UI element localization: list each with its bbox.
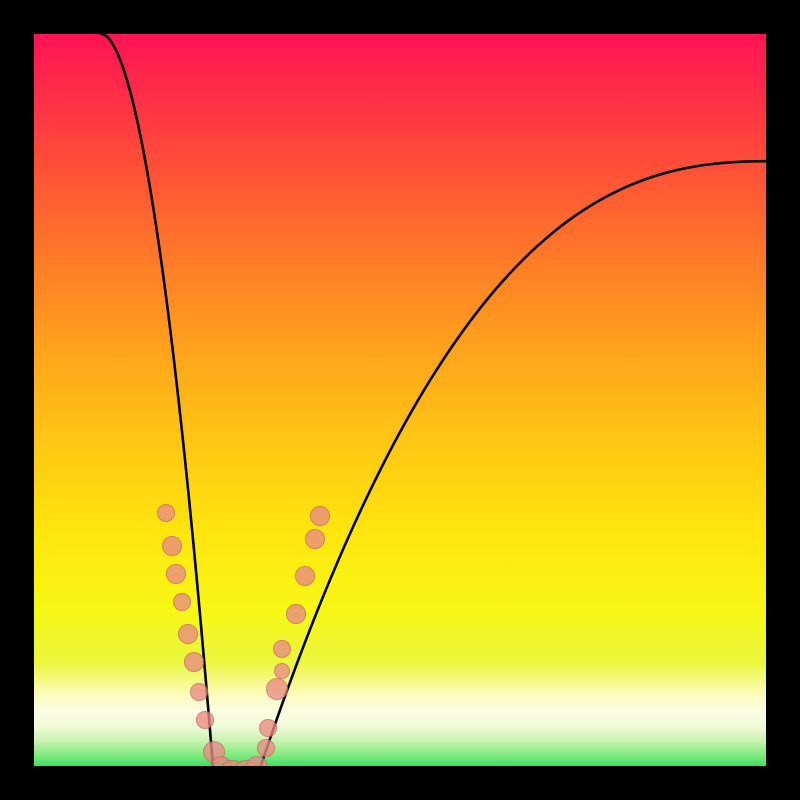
frame-bottom bbox=[0, 766, 800, 800]
data-marker[interactable] bbox=[259, 719, 277, 737]
bottleneck-curves bbox=[34, 34, 782, 782]
chart-container: TheBottleneck.com bbox=[0, 0, 800, 800]
data-marker[interactable] bbox=[196, 711, 214, 729]
data-marker[interactable] bbox=[266, 678, 288, 700]
data-marker[interactable] bbox=[274, 663, 290, 679]
data-marker[interactable] bbox=[178, 624, 198, 644]
frame-right bbox=[766, 0, 800, 800]
data-marker[interactable] bbox=[305, 529, 325, 549]
data-marker[interactable] bbox=[157, 504, 175, 522]
data-marker[interactable] bbox=[295, 566, 315, 586]
frame-left bbox=[0, 0, 34, 800]
data-marker[interactable] bbox=[273, 640, 291, 658]
data-marker[interactable] bbox=[286, 604, 306, 624]
data-marker[interactable] bbox=[166, 564, 186, 584]
data-marker[interactable] bbox=[162, 536, 182, 556]
data-marker[interactable] bbox=[190, 683, 208, 701]
plot-area bbox=[34, 34, 782, 782]
data-marker[interactable] bbox=[184, 652, 204, 672]
frame-top bbox=[0, 0, 800, 34]
data-marker[interactable] bbox=[257, 739, 275, 757]
data-marker[interactable] bbox=[173, 593, 191, 611]
data-marker[interactable] bbox=[310, 506, 330, 526]
